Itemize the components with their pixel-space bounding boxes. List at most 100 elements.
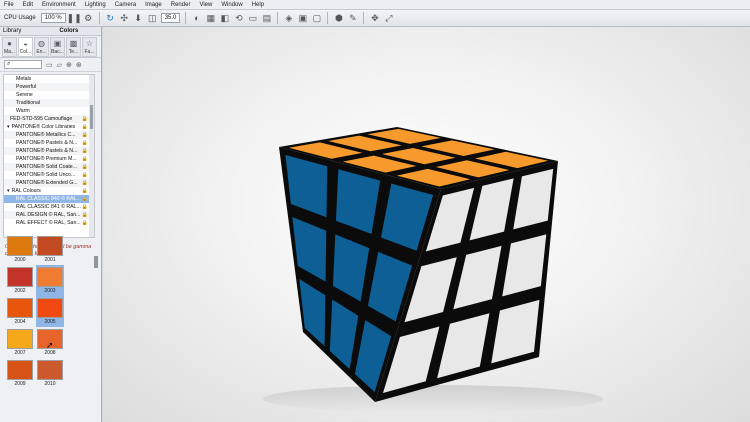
color-swatch[interactable]: 2010 [36,358,64,389]
menu-item-render[interactable]: Render [171,2,191,8]
tree-item[interactable]: PANTONE® Extended G... 🔒 [4,179,94,187]
color-swatch[interactable]: 2004 [6,296,34,327]
tree-item[interactable]: PANTONE® Premium M... 🔒 [4,155,94,163]
tree-item-label: PANTONE® Premium M... [16,156,77,162]
folder-icon[interactable]: ▭ [46,61,53,69]
tree-item[interactable]: Traditional [4,99,94,107]
lock-icon: 🔒 [81,156,88,162]
swatch-chip [37,236,63,256]
tree-item-label: PANTONE® Metallics C... [16,132,76,138]
tree-item[interactable]: Metals [4,75,94,83]
tab-backplates[interactable]: ▣ Bac... [50,37,65,57]
menu-item-view[interactable]: View [199,2,212,8]
cube-icon[interactable]: ◈ [283,13,294,24]
layout-icon[interactable]: ▤ [261,13,272,24]
tree-item[interactable]: PANTONE® Solid Unco... 🔒 [4,171,94,179]
lock-icon: 🔒 [81,164,88,170]
tree-item-label: RAL CLASSIC 840 © RAL... [16,196,81,202]
tree-item-label: PANTONE® Pastels & N... [16,140,78,146]
color-picker-icon[interactable]: ✎ [347,13,358,24]
swatch-code: 2002 [14,288,26,294]
tree-item-label: PANTONE® Solid Unco... [16,172,76,178]
lock-icon: 🔒 [81,116,88,122]
window-icon[interactable]: ▭ [247,13,258,24]
tree-scrollbar[interactable] [89,75,94,237]
color-swatch[interactable]: 2003 [36,265,64,296]
menu-item-window[interactable]: Window [221,2,242,8]
tree-item[interactable]: ▾ PANTONE® Color Libraries 🔒 [4,123,94,131]
tree-item-label: Traditional [16,100,41,106]
focal-length-field[interactable]: 35.0 [160,13,181,23]
render-icon[interactable]: ▢ [311,13,322,24]
tree-item[interactable]: PANTONE® Pastels & N... 🔒 [4,139,94,147]
tree-item[interactable]: RAL CLASSIC 841 © RAL... 🔒 [4,203,94,211]
target-icon[interactable]: ⊛ [76,61,82,69]
swatch-chip [37,360,63,380]
pan-icon[interactable]: ✥ [369,13,380,24]
expander-icon[interactable]: ▾ [7,124,10,130]
tree-item[interactable]: RAL DESIGN © RAL, San... 🔒 [4,211,94,219]
scene-icon[interactable]: ◧ [219,13,230,24]
tree-item[interactable]: Warm [4,107,94,115]
tree-item-label: RAL CLASSIC 841 © RAL... [16,204,81,210]
material-icon[interactable]: ⬢ [333,13,344,24]
color-swatch[interactable]: 2007 [6,327,34,358]
color-swatch[interactable]: 2001 [36,234,64,265]
tree-item[interactable]: PANTONE® Pastels & N... 🔒 [4,147,94,155]
region-icon[interactable]: ▣ [297,13,308,24]
search-row: ⌕ ▭ ▱ ⊕ ⊛ [0,58,101,72]
menu-item-edit[interactable]: Edit [23,2,33,8]
tree-item[interactable]: Serene [4,91,94,99]
texture-icon: ▩ [69,39,78,48]
tree-item[interactable]: FED-STD-595 Camouflage 🔒 [4,115,94,123]
tree-item-label: PANTONE® Color Libraries [11,124,76,130]
menu-item-environment[interactable]: Environment [42,2,76,8]
tree-item[interactable]: RAL CLASSIC 840 © RAL... 🔒 [4,195,94,203]
move-icon[interactable]: ✣ [119,13,130,24]
down-arrow-icon[interactable]: ⬇ [133,13,144,24]
menu-item-help[interactable]: Help [252,2,264,8]
search-input[interactable]: ⌕ [4,60,42,69]
render-viewport[interactable] [103,27,750,422]
tree-item-label: RAL DESIGN © RAL, San... [16,212,81,218]
search-icon: ⌕ [7,61,11,67]
menu-item-file[interactable]: File [4,2,14,8]
color-swatch[interactable]: 2002 [6,265,34,296]
grid-icon[interactable]: ▦ [205,13,216,24]
library-tabs: ● Ma... ◒ Col... ◍ En... ▣ Bac... ▩ Te... ☆ Fa… [0,36,101,58]
image-icon: ▣ [53,39,62,48]
tree-item[interactable]: PANTONE® Solid Coate... 🔒 [4,163,94,171]
tree-item[interactable]: RAL EFFECT © RAL, San... 🔒 [4,219,94,227]
zoom-icon[interactable]: ⤢ [383,13,394,24]
swatch-scrollbar[interactable] [94,234,98,374]
toggle-icon[interactable]: ◐ [191,13,202,24]
tab-favorites[interactable]: ☆ Fa... [82,37,97,57]
refresh-icon[interactable]: ↻ [105,13,116,24]
color-swatch[interactable]: 2000 [6,234,34,265]
tree-item[interactable]: Powerful [4,83,94,91]
cpu-usage-select[interactable]: 100 % [40,13,66,23]
menu-item-lighting[interactable]: Lighting [85,2,106,8]
swatch-chip [7,329,33,349]
color-swatch[interactable]: 2009 [6,358,34,389]
color-swatch[interactable]: 2005 [36,296,64,327]
camera-icon[interactable]: ◫ [147,13,158,24]
turntable-icon[interactable]: ⟲ [233,13,244,24]
sphere-icon: ● [7,39,12,48]
tab-environments[interactable]: ◍ En... [34,37,49,57]
tree-item[interactable]: PANTONE® Metallics C... 🔒 [4,131,94,139]
tab-materials[interactable]: ● Ma... [2,37,17,57]
expander-icon[interactable]: ▾ [7,188,10,194]
tab-colors[interactable]: ◒ Col... [18,37,33,57]
settings-icon[interactable]: ⚙ [83,13,94,24]
add-icon[interactable]: ⊕ [66,61,72,69]
pause-icon[interactable]: ❚❚ [67,13,82,24]
swatch-chip [7,236,33,256]
lock-icon: 🔒 [81,220,88,226]
open-folder-icon[interactable]: ▱ [57,61,62,69]
tab-textures[interactable]: ▩ Te... [66,37,81,57]
tree-item[interactable]: ▾ RAL Colours 🔒 [4,187,94,195]
menu-item-image[interactable]: Image [145,2,162,8]
swatch-code: 2004 [14,319,26,325]
menu-item-camera[interactable]: Camera [115,2,136,8]
